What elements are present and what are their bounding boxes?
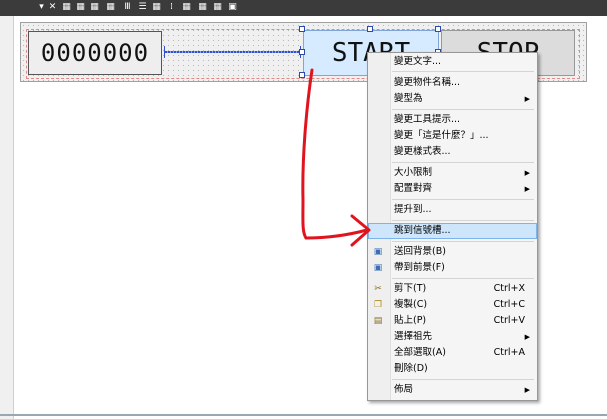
annotation-arrow-line: [301, 68, 369, 240]
annotation-arrow: [301, 68, 371, 247]
